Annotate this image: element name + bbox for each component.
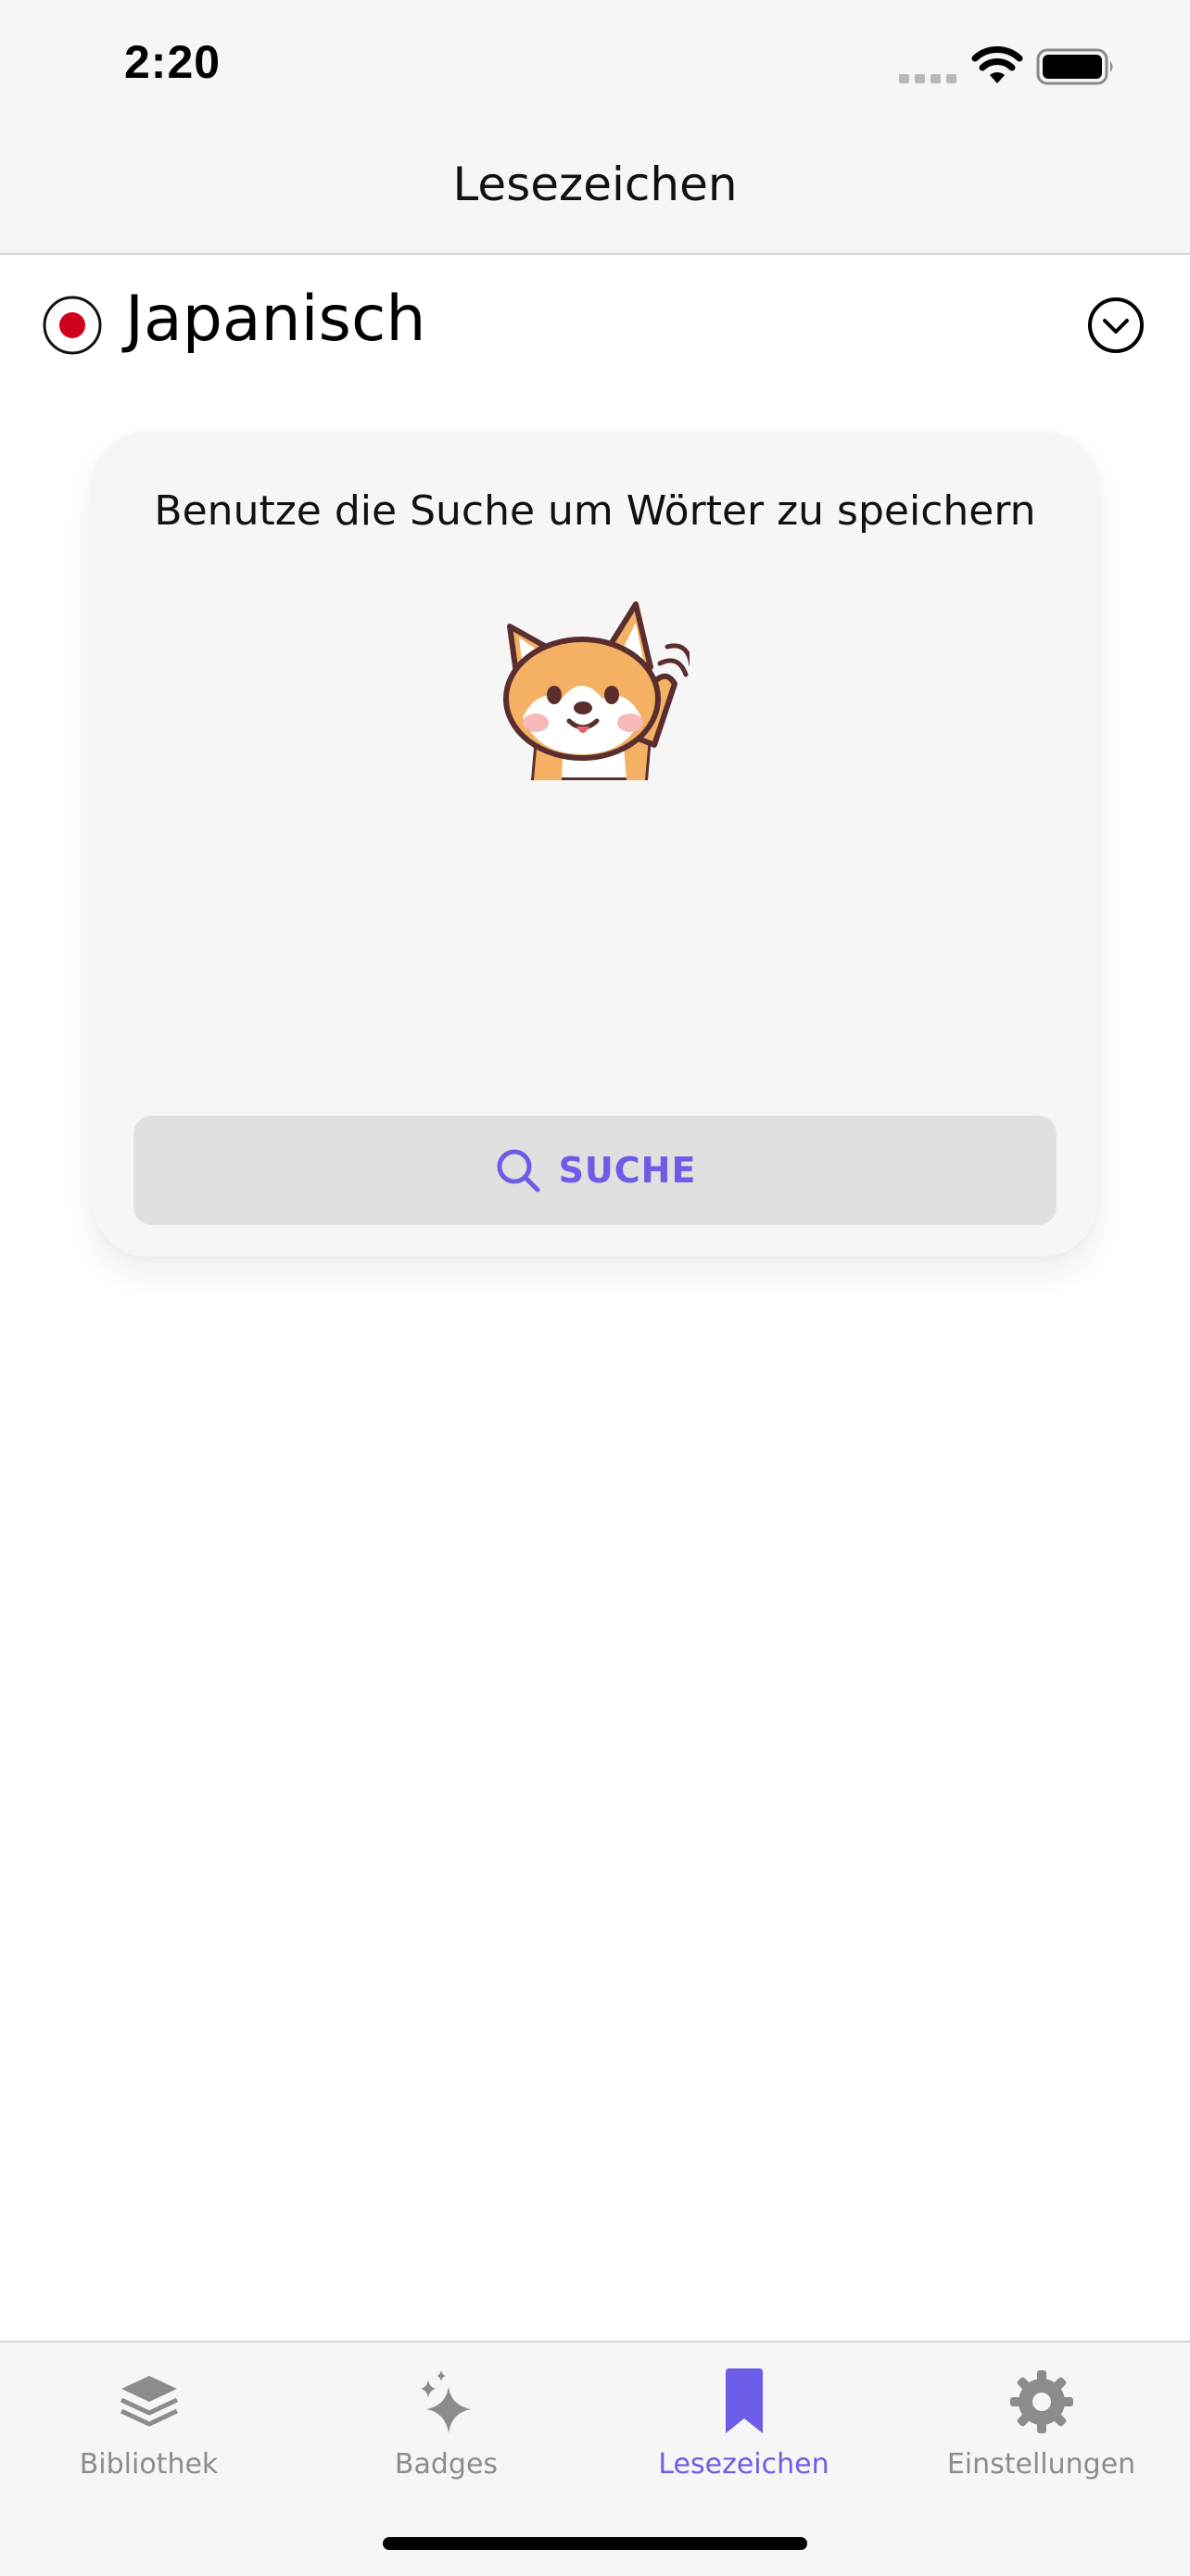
search-button-label: SUCHE (558, 1150, 697, 1191)
tab-label: Bibliothek (79, 2448, 219, 2481)
language-selector[interactable]: Japanisch (0, 255, 1190, 403)
waving-shiba-dog-illustration (503, 601, 690, 780)
status-time: 2:20 (124, 36, 222, 88)
home-indicator (383, 2537, 807, 2550)
battery-icon (1036, 48, 1113, 85)
tab-label: Lesezeichen (658, 2448, 829, 2481)
stack-icon (120, 2376, 178, 2427)
search-button[interactable]: SUCHE (133, 1116, 1057, 1225)
chevron-down-icon[interactable] (1086, 296, 1146, 355)
tab-einstellungen[interactable]: Einstellungen (892, 2368, 1190, 2507)
japan-flag-icon (43, 296, 102, 355)
page-title: Lesezeichen (452, 158, 738, 211)
empty-state-message: Benutze die Suche um Wörter zu speichern (154, 487, 1036, 535)
tab-lesezeichen[interactable]: Lesezeichen (595, 2368, 892, 2507)
bookmark-icon (725, 2368, 763, 2433)
tab-label: Badges (394, 2448, 499, 2481)
gear-icon (1009, 2370, 1073, 2433)
sparkles-icon (420, 2370, 471, 2433)
language-name: Japanisch (125, 283, 426, 356)
wifi-icon (971, 46, 1023, 83)
top-bar: 2:20 Lesezeichen (0, 0, 1190, 255)
tab-label: Einstellungen (946, 2448, 1136, 2481)
tab-badges[interactable]: Badges (298, 2368, 595, 2507)
empty-bookmarks-card: Benutze die Suche um Wörter zu speichern (93, 432, 1097, 1256)
search-icon (497, 1149, 540, 1193)
cellular-signal-icon (899, 74, 956, 83)
tab-bibliothek[interactable]: Bibliothek (0, 2368, 298, 2507)
